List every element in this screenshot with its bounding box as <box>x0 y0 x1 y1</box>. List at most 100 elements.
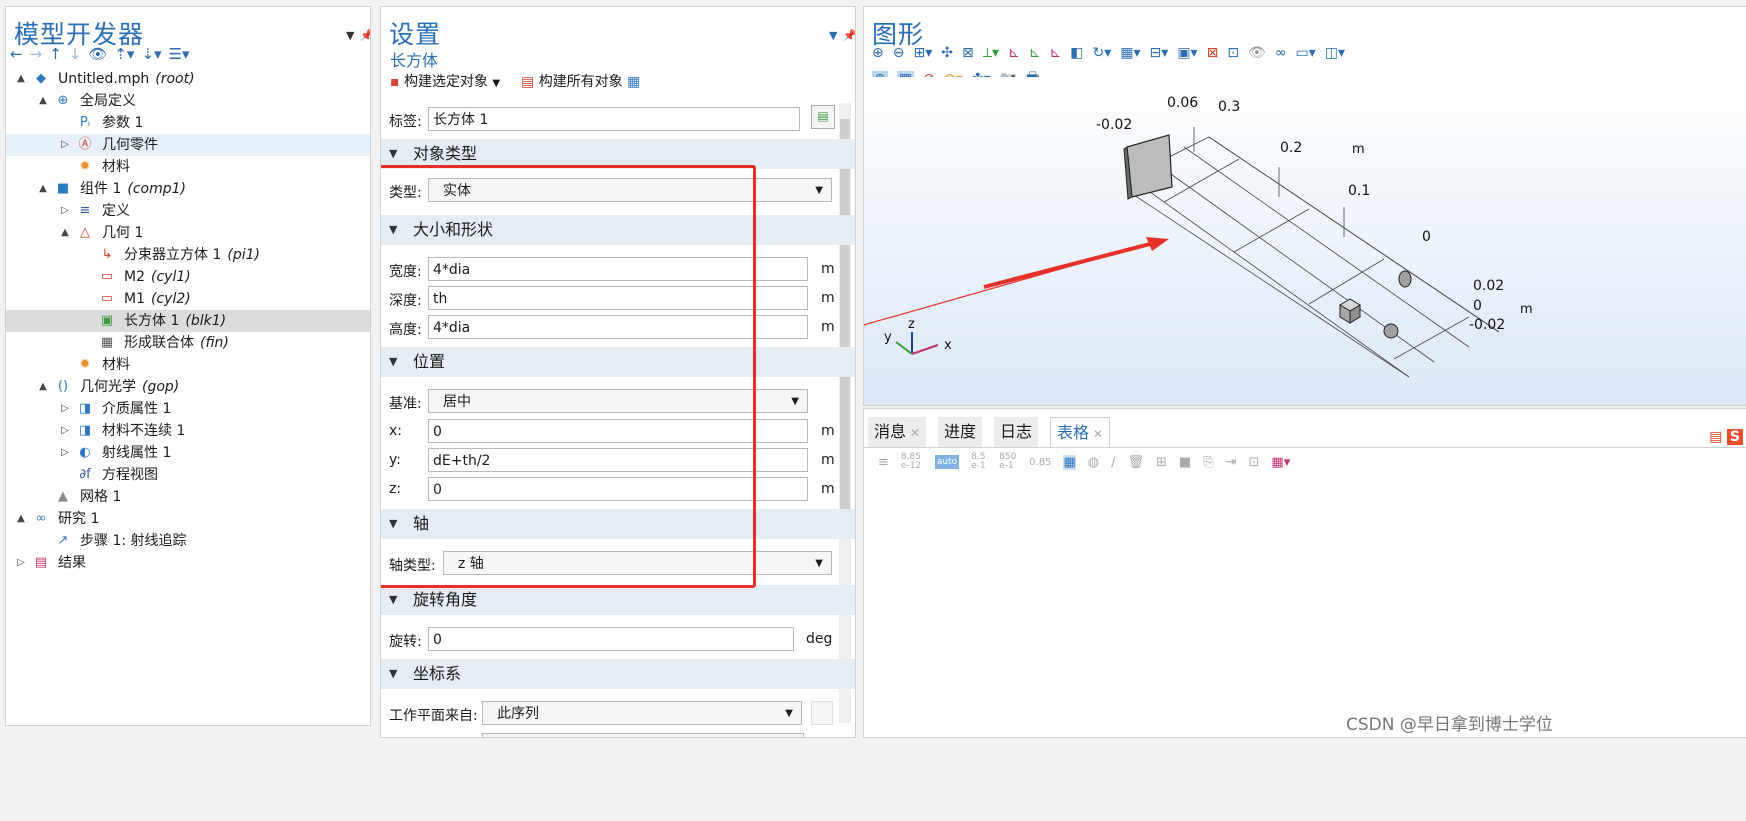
list-view-icon[interactable]: ☰▾ <box>169 45 190 63</box>
zoom-box-icon[interactable]: ⊞▾ <box>913 45 932 61</box>
scene-light-icon[interactable]: ◧ <box>1070 45 1083 61</box>
tree-item-root[interactable]: ▲ ◆ Untitled.mph (root) <box>6 68 370 90</box>
tree-item-results[interactable]: ▷ ▤ 结果 <box>6 552 370 574</box>
import-icon[interactable]: ⊡ <box>1249 455 1260 470</box>
collapse-arrow-icon[interactable]: ▲ <box>36 178 50 200</box>
tab-log[interactable]: 日志 <box>994 417 1039 447</box>
tab-messages[interactable]: 消息 ✕ <box>868 417 926 447</box>
hide-icon[interactable]: 👁 <box>1248 45 1266 61</box>
render-icon[interactable]: ◫▾ <box>1325 45 1345 61</box>
tree-item-study-1[interactable]: ▲ ∞ 研究 1 <box>6 508 370 530</box>
expand-arrow-icon[interactable]: ▷ <box>58 200 72 222</box>
tree-item-global-definitions[interactable]: ▲ ⊕ 全局定义 <box>6 90 370 112</box>
close-icon[interactable]: ✕ <box>906 426 920 440</box>
stop-icon[interactable]: ■ <box>1179 455 1191 470</box>
view-yz-icon[interactable]: ⊾ <box>1029 45 1041 61</box>
clear-table-icon[interactable]: ∕ <box>1111 455 1115 470</box>
label-comment-button[interactable]: ▤ <box>811 105 835 129</box>
table-chart-icon[interactable]: ◍ <box>1088 455 1099 470</box>
tree-item-form-union[interactable]: ▦ 形成联合体 (fin) <box>6 332 370 354</box>
view-xy-icon[interactable]: ⊾ <box>1008 45 1020 61</box>
tab-table[interactable]: 表格 ✕ <box>1050 417 1110 448</box>
tree-item-ray-properties[interactable]: ▷ ◐ 射线属性 1 <box>6 442 370 464</box>
views-icon[interactable]: ▭▾ <box>1296 45 1316 61</box>
tree-item-m2[interactable]: ▭ M2 (cyl1) <box>6 266 370 288</box>
select-box-icon[interactable]: ⊟▾ <box>1150 45 1169 61</box>
clear-selection-icon[interactable]: ⊠ <box>1207 45 1219 61</box>
link-icon[interactable]: ∞ <box>1275 45 1287 61</box>
tree-item-definitions[interactable]: ▷ ≡ 定义 <box>6 200 370 222</box>
plot-icon[interactable]: ⊞ <box>1156 455 1167 470</box>
tree-item-geometry-parts[interactable]: ▷ Ⓐ 几何零件 <box>6 134 370 156</box>
expand-arrow-icon[interactable]: ▷ <box>58 420 72 442</box>
collapse-arrow-icon[interactable]: ▲ <box>36 90 50 112</box>
pdf-icon[interactable]: ▤ <box>1709 429 1722 445</box>
format-icon-4[interactable]: 0.85 <box>1029 457 1051 468</box>
rotate-icon[interactable]: ↻▾ <box>1093 45 1112 61</box>
tree-item-medium-properties[interactable]: ▷ ◨ 介质属性 1 <box>6 398 370 420</box>
rotation-input[interactable]: 0 <box>428 627 794 651</box>
collapse-arrow-icon[interactable]: ▲ <box>14 508 28 530</box>
auto-format-icon[interactable]: auto <box>934 455 960 469</box>
tree-item-component-1[interactable]: ▲ ■ 组件 1 (comp1) <box>6 178 370 200</box>
format-icon-1[interactable]: 8.85 e-12 <box>901 453 923 471</box>
export-icon[interactable]: ⇥ <box>1226 455 1237 470</box>
delete-icon[interactable]: 🗑 <box>1127 455 1144 470</box>
pin-icon[interactable]: 📌 <box>360 29 370 42</box>
tree-item-material-discontinuity[interactable]: ▷ ◨ 材料不连续 1 <box>6 420 370 442</box>
format-icon-3[interactable]: 850 e-1 <box>999 453 1017 471</box>
table-grid-icon[interactable]: ▦ <box>1063 454 1076 470</box>
move-down-icon[interactable]: ↓ <box>69 45 82 63</box>
forward-icon[interactable]: → <box>30 45 43 63</box>
tree-item-materials[interactable]: ✹ 材料 <box>6 354 370 376</box>
tree-item-m1[interactable]: ▭ M1 (cyl2) <box>6 288 370 310</box>
workplane-disabled-button[interactable] <box>811 701 833 725</box>
zoom-selection-icon[interactable]: ⊠ <box>962 45 974 61</box>
tree-item-geometry-1[interactable]: ▲ △ 几何 1 <box>6 222 370 244</box>
tab-progress[interactable]: 进度 <box>938 417 983 447</box>
panel-menu-icon[interactable]: ▼ <box>346 29 354 42</box>
expand-arrow-icon[interactable]: ▷ <box>58 398 72 420</box>
collapse-arrow-icon[interactable]: ▲ <box>36 376 50 398</box>
section-rotation[interactable]: ▼ 旋转角度 <box>381 585 855 615</box>
tree-item-step-1-ray-tracing[interactable]: ↗ 步骤 1: 射线追踪 <box>6 530 370 552</box>
tree-item-materials-global[interactable]: ✹ 材料 <box>6 156 370 178</box>
label-input[interactable]: 长方体 1 <box>428 107 800 131</box>
expand-arrow-icon[interactable]: ▷ <box>58 442 72 464</box>
workplane-select[interactable]: 此序列 ▼ <box>482 701 802 725</box>
collapse-arrow-icon[interactable]: ▲ <box>14 68 28 90</box>
format-icon-2[interactable]: 8.5 e-1 <box>971 453 987 471</box>
tree-item-mesh-1[interactable]: ▲ 网格 1 <box>6 486 370 508</box>
zoom-out-icon[interactable]: ⊖ <box>893 45 905 61</box>
expand-arrow-icon[interactable]: ▷ <box>14 552 28 574</box>
zoom-in-icon[interactable]: ⊕ <box>872 45 884 61</box>
back-icon[interactable]: ← <box>10 45 23 63</box>
zoom-extents-icon[interactable]: ✣ <box>941 45 953 61</box>
build-all-button[interactable]: ▤ 构建所有对象 ▦ <box>521 71 640 91</box>
scrollbar-thumb[interactable] <box>840 119 850 519</box>
build-selected-button[interactable]: ▪ 构建选定对象 ▼ <box>390 71 500 91</box>
tree-item-parameters-1[interactable]: Pᵢ 参数 1 <box>6 112 370 134</box>
close-icon[interactable]: ✕ <box>1089 427 1103 441</box>
tree-item-block-1[interactable]: ▣ 长方体 1 (blk1) <box>6 310 370 332</box>
collapse-tree-icon[interactable]: ⇣▾ <box>141 45 161 63</box>
panel-menu-icon[interactable]: ▼ <box>829 29 837 42</box>
highlight-icon[interactable]: ⊡ <box>1227 45 1239 61</box>
transparency-icon[interactable]: ▦▾ <box>1120 45 1140 61</box>
s-logo-icon[interactable]: S <box>1726 429 1743 445</box>
tree-item-beam-splitter-cube[interactable]: ↳ 分束器立方体 1 (pi1) <box>6 244 370 266</box>
section-coordinate-system[interactable]: ▼ 坐标系 <box>381 659 855 689</box>
collapse-arrow-icon[interactable]: ▲ <box>58 222 72 244</box>
graphics-viewport[interactable]: 0.06 0.3 -0.02 0.2 m 0.1 0 0.02 0 m -0.0… <box>864 77 1746 406</box>
move-up-icon[interactable]: ↑ <box>49 45 62 63</box>
table-settings-icon[interactable]: ≡ <box>878 455 889 470</box>
expand-tree-icon[interactable]: ⇡▾ <box>114 45 134 63</box>
axis-view-icon[interactable]: ⟂▾ <box>983 45 999 61</box>
pin-icon[interactable]: 📌 <box>843 29 855 42</box>
tree-item-equation-view[interactable]: ∂f 方程视图 <box>6 464 370 486</box>
show-icon[interactable]: 👁 <box>88 45 107 63</box>
copy-icon[interactable]: ⎘ <box>1203 455 1213 470</box>
view-xz-icon[interactable]: ⊾ <box>1050 45 1062 61</box>
tree-item-geometrical-optics[interactable]: ▲ () 几何光学 (gop) <box>6 376 370 398</box>
next-field-partial[interactable] <box>482 733 804 737</box>
